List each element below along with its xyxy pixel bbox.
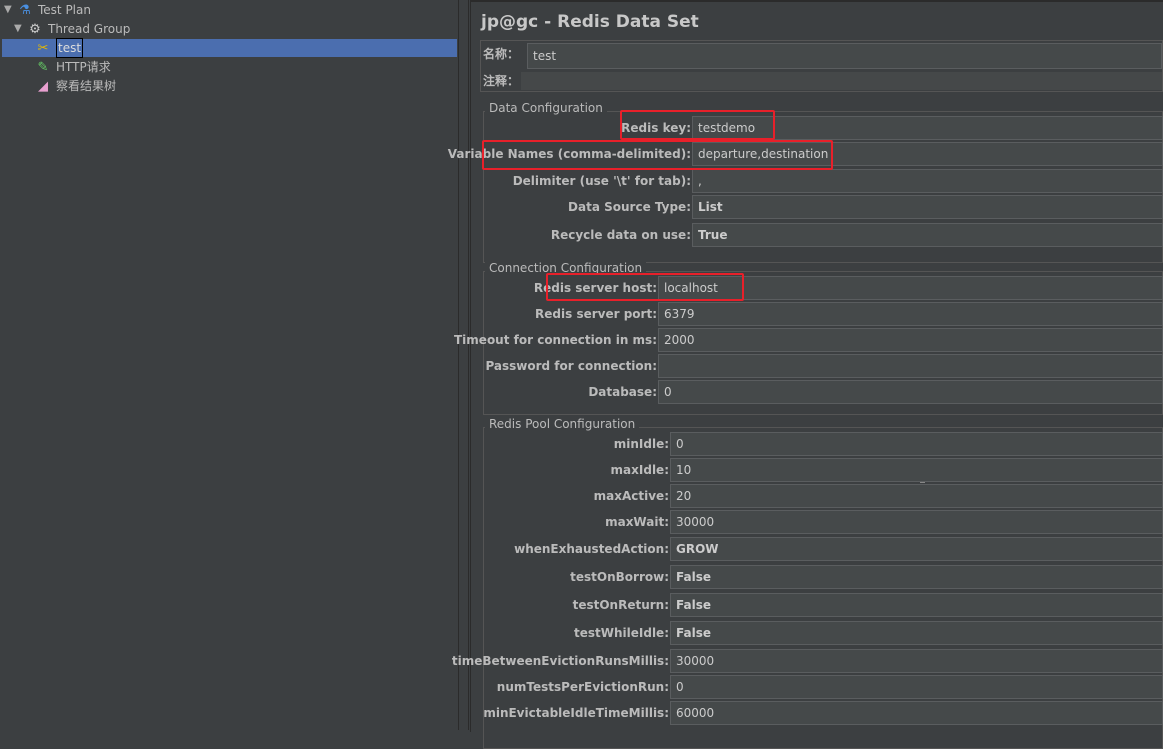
comment-label: 注释： — [483, 74, 520, 88]
field-input[interactable]: False — [670, 593, 1163, 617]
tree-node-test[interactable]: ✂ test — [2, 38, 457, 58]
redis-data-set-panel: jp@gc - Redis Data Set 名称： test 注释： Data… — [448, 0, 1163, 749]
expand-icon[interactable]: ▼ — [4, 1, 16, 19]
field-label: Database: — [588, 385, 657, 399]
highlight-box — [482, 140, 833, 170]
field-label: testOnReturn: — [572, 598, 669, 612]
comment-input[interactable] — [521, 72, 1162, 90]
field-input[interactable]: 10 — [670, 458, 1163, 482]
field-label: testOnBorrow: — [570, 570, 669, 584]
field-input[interactable]: , — [692, 169, 1163, 193]
tree-node-results-tree[interactable]: ◢ 察看结果树 — [34, 77, 116, 95]
tree-node-thread-group[interactable]: ▼ ⚙ Thread Group — [14, 20, 130, 38]
field-label: testWhileIdle: — [573, 626, 669, 640]
field-label: numTestsPerEvictionRun: — [496, 680, 669, 694]
split-pane-divider[interactable] — [459, 0, 925, 730]
field-input[interactable]: List — [692, 195, 1163, 219]
field-label: Password for connection: — [485, 359, 657, 373]
field-input[interactable]: 0 — [670, 675, 1163, 699]
highlight-box — [620, 110, 775, 140]
name-label: 名称： — [483, 47, 520, 61]
redis-pool-configuration-legend: Redis Pool Configuration — [485, 417, 640, 431]
field-label: maxWait: — [605, 515, 669, 529]
field-input[interactable] — [658, 354, 1163, 378]
pipette-icon: ✎ — [37, 60, 49, 75]
field-input[interactable]: 30000 — [670, 510, 1163, 534]
field-input[interactable]: 6379 — [658, 302, 1163, 326]
chart-icon: ◢ — [38, 79, 48, 94]
field-label: Recycle data on use: — [550, 228, 691, 242]
field-input[interactable]: 0 — [658, 380, 1163, 404]
data-configuration-legend: Data Configuration — [485, 101, 607, 115]
field-label: Data Source Type: — [568, 200, 691, 214]
test-plan-tree[interactable]: ▼ ⚗ Test Plan ▼ ⚙ Thread Group ✂ test ✎ HTTP请求… — [0, 0, 459, 730]
field-input[interactable]: 20 — [670, 484, 1163, 508]
field-input[interactable]: 0 — [670, 432, 1163, 456]
field-input[interactable]: GROW — [670, 537, 1163, 561]
field-label: maxIdle: — [610, 463, 669, 477]
field-label: maxActive: — [593, 489, 669, 503]
page-title: jp@gc - Redis Data Set — [481, 12, 699, 32]
field-input[interactable]: True — [692, 223, 1163, 247]
wrench-screwdriver-icon: ✂ — [37, 41, 49, 56]
field-label: minIdle: — [613, 437, 669, 451]
field-label: Delimiter (use '\t' for tab): — [512, 174, 691, 188]
field-input[interactable]: 2000 — [658, 328, 1163, 352]
tree-node-test-plan[interactable]: ▼ ⚗ Test Plan — [4, 1, 91, 19]
field-input[interactable]: 30000 — [670, 649, 1163, 673]
field-label: minEvictableIdleTimeMillis: — [483, 706, 669, 720]
field-input[interactable]: False — [670, 621, 1163, 645]
field-input[interactable]: False — [670, 565, 1163, 589]
name-input[interactable]: test — [527, 43, 1162, 69]
flask-icon: ⚗ — [19, 3, 31, 18]
tree-node-http-request[interactable]: ✎ HTTP请求 — [34, 58, 111, 76]
gear-icon: ⚙ — [29, 22, 41, 37]
highlight-box — [546, 273, 744, 301]
field-input[interactable]: 60000 — [670, 701, 1163, 725]
expand-icon[interactable]: ▼ — [14, 20, 26, 38]
field-label: Timeout for connection in ms: — [454, 333, 657, 347]
field-label: whenExhaustedAction: — [514, 542, 669, 556]
field-label: Redis server port: — [535, 307, 657, 321]
field-label: timeBetweenEvictionRunsMillis: — [451, 654, 669, 668]
name-comment-box: 名称： test 注释： — [480, 40, 1163, 92]
